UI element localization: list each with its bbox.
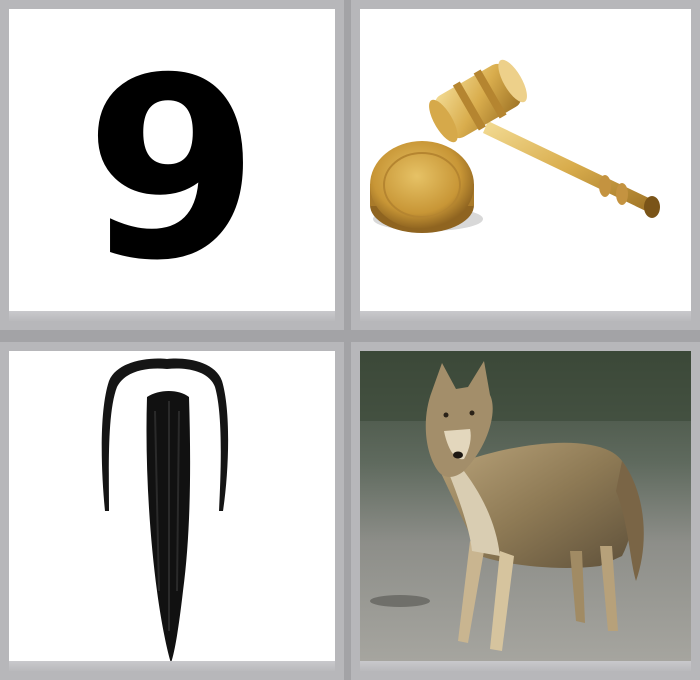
tile-gavel[interactable] bbox=[351, 0, 700, 330]
tile-wolf[interactable] bbox=[351, 342, 700, 680]
mustache-beard-icon bbox=[101, 358, 229, 663]
number-nine: 9 bbox=[85, 24, 259, 315]
tile-number[interactable]: 9 bbox=[0, 0, 344, 330]
picture-puzzle-grid: 9 bbox=[0, 0, 700, 680]
tile-mustache[interactable] bbox=[0, 342, 344, 680]
gavel-icon bbox=[370, 59, 660, 233]
wolf-icon bbox=[360, 351, 691, 671]
